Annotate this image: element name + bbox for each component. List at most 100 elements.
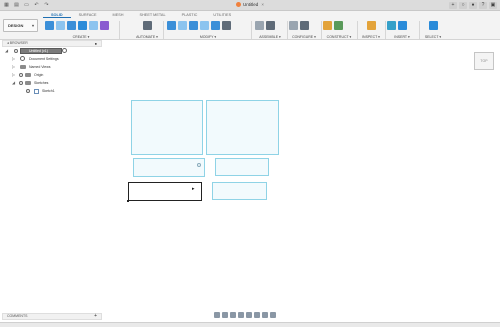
- viewports-icon[interactable]: [270, 312, 276, 318]
- workspace-switcher[interactable]: DESIGN ▾: [3, 19, 38, 32]
- fit-icon[interactable]: [246, 312, 252, 318]
- sketch-rectangle[interactable]: [212, 182, 267, 200]
- group-automate: AUTOMATE ▾: [133, 19, 161, 39]
- chamfer-icon[interactable]: [189, 20, 198, 30]
- help-icon[interactable]: ?: [479, 2, 487, 9]
- tree-item-sketches[interactable]: ◢ Sketches: [2, 79, 102, 87]
- divider: [119, 21, 120, 39]
- expand-arrow-icon[interactable]: ▷: [12, 55, 15, 63]
- revolve-icon[interactable]: [67, 20, 76, 30]
- folder-icon: [20, 65, 26, 69]
- measure-icon[interactable]: [366, 20, 376, 30]
- hole-icon[interactable]: [78, 20, 87, 30]
- tab-sheet-metal[interactable]: SHEET METAL: [132, 12, 174, 18]
- expand-arrow-icon[interactable]: ▷: [12, 71, 15, 79]
- tree-item-label: Named Views: [29, 65, 51, 69]
- tree-item-origin[interactable]: ▷ Origin: [2, 71, 102, 79]
- constraint-marker-icon: [197, 163, 201, 167]
- insert-image-icon[interactable]: [398, 20, 407, 30]
- extrude-icon[interactable]: [56, 20, 65, 30]
- select-cursor-icon[interactable]: [428, 20, 438, 30]
- visibility-eye-icon[interactable]: [19, 81, 23, 85]
- axis-icon[interactable]: [334, 20, 343, 30]
- orbit-icon[interactable]: [214, 312, 220, 318]
- tree-item-sketch1[interactable]: Sketch1: [2, 87, 102, 95]
- visibility-eye-icon[interactable]: [26, 89, 30, 93]
- press-pull-icon[interactable]: [167, 20, 176, 30]
- gear-icon: [20, 56, 25, 61]
- navigation-toolbar: [214, 312, 276, 318]
- close-tab-icon[interactable]: ×: [261, 2, 264, 7]
- tab-solid[interactable]: SOLID: [43, 12, 71, 18]
- collapse-arrow-icon[interactable]: ◢: [12, 79, 15, 87]
- comments-title: COMMENTS: [7, 314, 28, 318]
- group-label-insert[interactable]: INSERT ▾: [387, 35, 417, 39]
- tree-item-named-views[interactable]: ▷ Named Views: [2, 63, 102, 71]
- viewcube[interactable]: TOP: [474, 52, 494, 70]
- group-label-configure[interactable]: CONFIGURE ▾: [289, 35, 319, 39]
- fillet-icon[interactable]: [178, 20, 187, 30]
- tab-mesh[interactable]: MESH: [105, 12, 132, 18]
- group-label-construct[interactable]: CONSTRUCT ▾: [323, 35, 355, 39]
- move-icon[interactable]: [222, 20, 231, 30]
- account-icon[interactable]: ▣: [489, 2, 497, 9]
- configure-rule-icon[interactable]: [300, 20, 309, 30]
- document-title-text: Untitled: [243, 2, 259, 7]
- browser-header[interactable]: ◂ BROWSER ●: [2, 40, 102, 47]
- collapse-arrow-icon[interactable]: ◢: [5, 47, 8, 55]
- collapse-browser-icon[interactable]: ◂: [7, 41, 9, 45]
- configure-table-icon[interactable]: [289, 20, 298, 30]
- grid-settings-icon[interactable]: [262, 312, 268, 318]
- tree-item-label: Sketches: [34, 81, 49, 85]
- divider: [321, 21, 322, 39]
- tab-surface[interactable]: SURFACE: [71, 12, 105, 18]
- group-label-create[interactable]: CREATE ▾: [45, 35, 117, 39]
- look-at-icon[interactable]: [222, 312, 228, 318]
- joint-icon[interactable]: [266, 20, 275, 30]
- visibility-eye-icon[interactable]: [19, 73, 23, 77]
- extensions-icon[interactable]: ○: [459, 2, 467, 9]
- group-label-inspect[interactable]: INSPECT ▾: [359, 35, 383, 39]
- job-status-icon[interactable]: ●: [469, 2, 477, 9]
- tab-plastic[interactable]: PLASTIC: [174, 12, 206, 18]
- automate-icon[interactable]: [142, 20, 152, 30]
- title-bar: ▦ ▤ ▭ ↶ ↷ Untitled × + ○ ● ? ▣: [0, 0, 500, 11]
- visibility-eye-icon[interactable]: [14, 49, 18, 53]
- zoom-icon[interactable]: [238, 312, 244, 318]
- browser-panel: ◂ BROWSER ● ◢ Untitled (v1) ▷ Document S…: [2, 40, 102, 100]
- sketch-rectangle[interactable]: [131, 100, 203, 155]
- new-tab-button[interactable]: +: [449, 2, 457, 9]
- expand-arrow-icon[interactable]: ▷: [12, 63, 15, 71]
- group-label-assemble[interactable]: ASSEMBLE ▾: [255, 35, 285, 39]
- insert-derive-icon[interactable]: [387, 20, 396, 30]
- display-settings-icon[interactable]: [254, 312, 260, 318]
- active-component-radio-icon[interactable]: [62, 48, 67, 53]
- group-label-automate[interactable]: AUTOMATE ▾: [133, 35, 161, 39]
- group-insert: INSERT ▾: [387, 19, 417, 39]
- tab-utilities[interactable]: UTILITIES: [205, 12, 239, 18]
- comments-panel[interactable]: COMMENTS +: [2, 313, 102, 320]
- tree-item-document-settings[interactable]: ▷ Document Settings: [2, 55, 102, 63]
- new-component-icon[interactable]: [255, 20, 264, 30]
- add-comment-icon[interactable]: +: [94, 314, 97, 319]
- shell-icon[interactable]: [200, 20, 209, 30]
- offset-plane-icon[interactable]: [323, 20, 332, 30]
- group-label-modify[interactable]: MODIFY ▾: [167, 35, 249, 39]
- group-create: CREATE ▾: [45, 19, 117, 39]
- create-sketch-icon[interactable]: [45, 20, 54, 30]
- combine-icon[interactable]: [211, 20, 220, 30]
- box-icon[interactable]: [89, 20, 98, 30]
- tree-item-root[interactable]: ◢ Untitled (v1): [2, 47, 102, 55]
- sketch-rectangle[interactable]: [133, 158, 205, 177]
- pan-icon[interactable]: [230, 312, 236, 318]
- folder-icon: [25, 81, 31, 85]
- tree-item-label: Document Settings: [29, 57, 59, 61]
- sketch-rectangle[interactable]: [215, 158, 269, 176]
- sketch-rectangle[interactable]: [206, 100, 279, 155]
- group-label-select[interactable]: SELECT ▾: [421, 35, 445, 39]
- sketch-rectangle-selected[interactable]: ▸: [128, 182, 202, 201]
- divider: [385, 21, 386, 39]
- pin-icon[interactable]: ●: [95, 41, 97, 46]
- form-icon[interactable]: [100, 20, 109, 30]
- sketch-point[interactable]: [127, 200, 129, 202]
